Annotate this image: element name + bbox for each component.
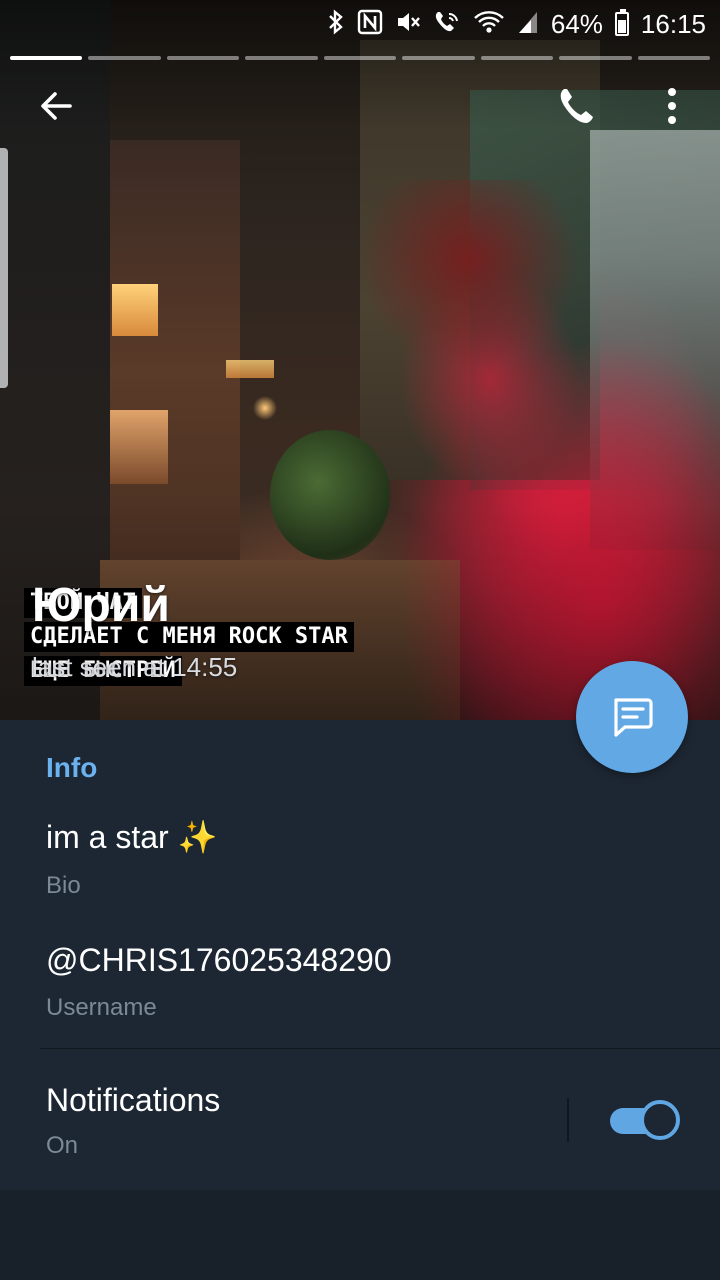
more-menu-button[interactable] <box>648 82 696 130</box>
wifi-calling-icon <box>433 9 461 40</box>
clock: 16:15 <box>640 8 706 39</box>
progress-segment <box>166 56 240 60</box>
progress-segment <box>245 56 318 60</box>
last-seen-status: last seen at 14:55 <box>32 652 238 682</box>
info-panel: Info im a star ✨ Bio @CHRIS176025348290 … <box>0 720 720 1190</box>
call-button[interactable] <box>552 82 600 130</box>
username-value: @CHRIS176025348290 <box>46 942 392 978</box>
phone-icon <box>560 89 593 123</box>
toggle-knob <box>640 1100 680 1140</box>
progress-segment <box>88 56 161 60</box>
bluetooth-icon <box>327 8 345 40</box>
bio-value: im a star ✨ <box>46 819 218 855</box>
status-bar: 64% 16:15 <box>0 0 720 48</box>
notifications-toggle[interactable] <box>610 1100 680 1140</box>
progress-segment <box>559 56 632 60</box>
profile-name: Юрий <box>32 579 170 632</box>
arrow-left-icon <box>41 92 72 120</box>
progress-segment <box>323 56 397 60</box>
divider <box>40 1048 720 1049</box>
story-progress <box>10 56 710 60</box>
signal-icon <box>517 9 539 40</box>
nfc-icon <box>357 9 383 40</box>
message-icon <box>614 698 653 737</box>
username-label: Username <box>46 994 157 1021</box>
back-button[interactable] <box>32 82 80 130</box>
progress-segment <box>637 56 710 60</box>
empty-area <box>0 1190 720 1280</box>
battery-percent: 64% <box>550 8 603 39</box>
mute-icon <box>395 9 421 40</box>
battery-icon <box>614 9 629 36</box>
send-message-button[interactable] <box>576 661 688 773</box>
notifications-label: Notifications <box>46 1082 221 1118</box>
wifi-icon <box>473 9 505 40</box>
section-title-info: Info <box>46 752 98 783</box>
progress-segment <box>480 56 554 60</box>
edge-panel-handle[interactable] <box>0 148 8 388</box>
progress-segment <box>10 56 83 60</box>
notifications-status: On <box>46 1132 79 1159</box>
more-vert-icon <box>668 88 676 124</box>
bio-label: Bio <box>46 872 81 899</box>
separator <box>567 1098 569 1142</box>
progress-segment <box>402 56 475 60</box>
